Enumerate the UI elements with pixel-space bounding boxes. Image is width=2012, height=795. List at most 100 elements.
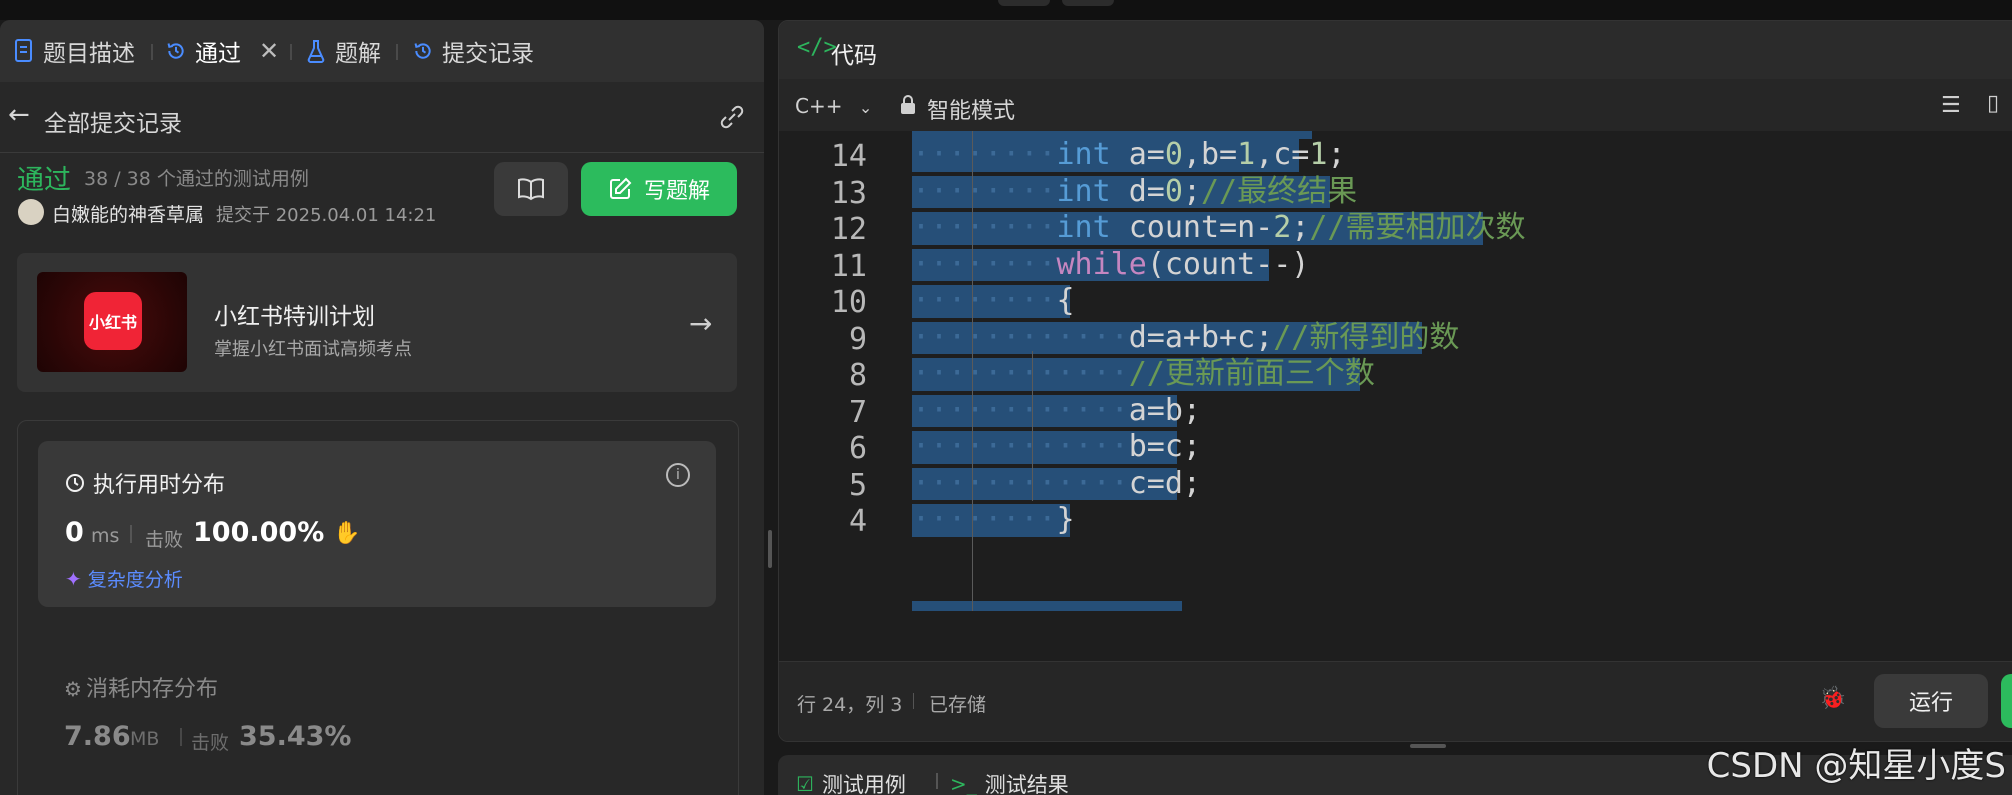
line-number: 14: [830, 139, 867, 174]
vertical-resize-handle[interactable]: [768, 530, 772, 568]
code-token: ,c=: [1255, 137, 1310, 172]
indent-whitespace: ········: [912, 210, 1057, 245]
tab-accepted[interactable]: 通过 ✕: [166, 34, 279, 68]
code-line[interactable]: ········int count=n-2;//需要相加次数: [912, 210, 1526, 247]
stats-container: 执行用时分布 i 0 ms 击败 100.00% ✋ ✦ 复杂度分析 ⚙ 消耗内存…: [17, 420, 739, 795]
indent-whitespace: ········: [912, 502, 1057, 537]
runtime-beat-label: 击败: [145, 529, 184, 551]
link-icon[interactable]: [717, 104, 747, 130]
notes-button[interactable]: [494, 162, 568, 216]
code-token: }: [1056, 502, 1075, 537]
saved-status: 已存储: [929, 694, 987, 716]
code-line[interactable]: ············//更新前面三个数: [912, 356, 1375, 393]
close-icon[interactable]: ✕: [259, 37, 279, 65]
code-editor[interactable]: 14 13 12 11 10 9 8 7 6 5 4 ········int a=0,b=1,c=1…: [779, 131, 2012, 661]
all-submissions-link[interactable]: 全部提交记录: [44, 104, 182, 138]
tab-test-result[interactable]: >_ 测试结果: [950, 769, 1069, 795]
run-label: 运行: [1908, 691, 1953, 716]
code-line[interactable]: ········}: [912, 502, 1075, 539]
code-token: c=d;: [1128, 465, 1201, 501]
indent-whitespace: ············: [912, 392, 1129, 428]
complexity-analysis-label: 复杂度分析: [87, 569, 183, 591]
write-solution-button[interactable]: 写题解: [581, 162, 737, 216]
book-icon: [518, 178, 544, 201]
code-line[interactable]: ········while(count--): [912, 247, 1309, 284]
editor-toolbar: C++ ⌄ 智能模式 ☰ ▯: [779, 79, 2012, 132]
line-number: 12: [830, 212, 867, 247]
runtime-title: 执行用时分布: [65, 467, 225, 499]
submission-back-row: ← 全部提交记录: [0, 82, 764, 153]
indent-whitespace: ············: [912, 356, 1129, 391]
indent-whitespace: ········: [912, 173, 1057, 209]
tab-testcase[interactable]: ☑ 测试用例: [796, 769, 906, 795]
tab-label: 通过: [195, 41, 241, 67]
indent-whitespace: ············: [912, 429, 1129, 464]
editor-title: 代码: [831, 43, 877, 69]
avatar[interactable]: [18, 199, 44, 225]
submit-button[interactable]: [2001, 674, 2012, 728]
memory-title[interactable]: ⚙ 消耗内存分布: [64, 671, 218, 703]
editor-mode[interactable]: 智能模式: [927, 93, 1015, 125]
code-token: (count--): [1146, 246, 1310, 282]
code-line[interactable]: ············a=b;: [912, 393, 1201, 430]
memory-percent: 35.43%: [239, 721, 352, 752]
code-line[interactable]: ············c=d;: [912, 466, 1201, 503]
terminal-icon: >_: [950, 772, 977, 795]
tab-solutions[interactable]: 题解: [306, 34, 381, 68]
line-number: 13: [830, 175, 867, 211]
code-line[interactable]: ············d=a+b+c;//新得到的数: [912, 320, 1459, 357]
code-token: int: [1056, 137, 1111, 172]
bookmark-icon[interactable]: ▯: [1987, 91, 1999, 116]
format-icon[interactable]: ☰: [1941, 93, 1961, 118]
testcase-count: 38 / 38 个通过的测试用例: [84, 168, 309, 190]
selection-highlight: [912, 601, 1182, 611]
horizontal-resize-handle[interactable]: [1410, 744, 1446, 748]
author-name[interactable]: 白嫩能的神香草属: [52, 200, 204, 227]
code-token: int: [1056, 173, 1111, 209]
code-line[interactable]: ········{: [912, 283, 1075, 320]
code-token: //最终结果: [1201, 173, 1358, 209]
code-token: {: [1056, 283, 1075, 318]
line-number: 10: [830, 285, 867, 320]
info-icon[interactable]: i: [666, 463, 690, 487]
runtime-unit: ms: [91, 525, 120, 547]
language-select[interactable]: C++ ⌄: [795, 94, 872, 118]
tab-divider: [396, 44, 398, 60]
code-token: //新得到的数: [1273, 319, 1460, 355]
code-token: 0: [1164, 137, 1183, 172]
line-number-gutter: 14 13 12 11 10 9 8 7 6 5 4: [779, 131, 889, 661]
runtime-value: 0: [65, 517, 84, 548]
flask-icon: [307, 40, 325, 63]
runtime-percent: 100.00%: [193, 517, 325, 548]
watermark: CSDN @知星小度S: [1706, 746, 2006, 786]
code-token: d=a+b+c;: [1128, 319, 1274, 355]
code-token: 0: [1164, 173, 1183, 209]
code-line[interactable]: ········int a=0,b=1,c=1;: [912, 137, 1346, 174]
back-arrow-icon[interactable]: ←: [8, 100, 30, 130]
line-number: 7: [848, 394, 867, 430]
editor-panel: </> 代码 C++ ⌄ 智能模式 ☰ ▯ 14 13 12 11 10 9 8 7 6 5 4 ·…: [778, 20, 2012, 742]
sparkle-icon: ✦: [65, 566, 82, 591]
tab-submissions[interactable]: 提交记录: [413, 34, 534, 68]
code-area[interactable]: ········int a=0,b=1,c=1; ········int d=0;…: [912, 131, 2012, 661]
debug-icon[interactable]: 🐞: [1819, 686, 1846, 711]
code-line[interactable]: ············b=c;: [912, 429, 1201, 466]
code-token: int: [1056, 210, 1111, 245]
indent-whitespace: ········: [912, 137, 1057, 172]
runtime-card[interactable]: 执行用时分布 i 0 ms 击败 100.00% ✋ ✦ 复杂度分析: [38, 441, 716, 607]
tab-label: 测试用例: [821, 773, 906, 795]
cursor-position: 行 24，列 3: [797, 694, 903, 716]
line-number: 9: [848, 321, 867, 357]
promo-subtitle: 掌握小红书面试高频考点: [214, 339, 412, 360]
memory-beat-label: 击败: [191, 732, 230, 754]
indent-whitespace: ············: [912, 319, 1129, 355]
divider: [180, 728, 182, 746]
left-panel: 题目描述 通过 ✕ 题解 提交记录 ← 全部提交记录 通过 38 / 38 个通…: [0, 20, 764, 795]
document-icon: [15, 39, 32, 62]
complexity-analysis-link[interactable]: ✦ 复杂度分析: [65, 565, 183, 592]
tab-description[interactable]: 题目描述: [14, 34, 135, 68]
run-button[interactable]: 运行: [1874, 674, 1988, 728]
promo-card[interactable]: 小红书 小红书特训计划 掌握小红书面试高频考点 →: [17, 253, 737, 392]
code-line[interactable]: ········int d=0;//最终结果: [912, 174, 1357, 211]
arrow-right-icon[interactable]: →: [689, 307, 712, 340]
